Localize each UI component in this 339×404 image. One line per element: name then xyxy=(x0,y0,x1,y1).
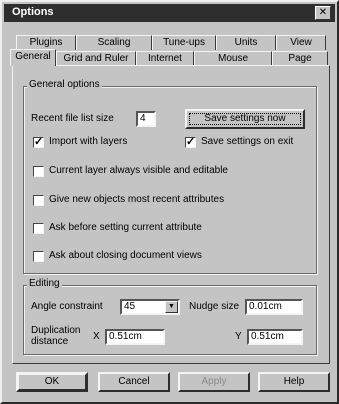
tab-page[interactable]: Page xyxy=(272,51,328,66)
nudge-size-label: Nudge size xyxy=(189,301,240,312)
editing-legend: Editing xyxy=(27,278,62,289)
x-label: X xyxy=(93,331,100,342)
tab-mouse[interactable]: Mouse xyxy=(194,51,272,66)
duplication-label: Duplication xyxy=(31,325,81,336)
tab-grid-and-ruler[interactable]: Grid and Ruler xyxy=(56,51,136,66)
save-settings-on-exit-label: Save settings on exit xyxy=(201,136,294,147)
current-layer-visible-checkbox[interactable] xyxy=(33,166,44,177)
tab-tune-ups[interactable]: Tune-ups xyxy=(152,35,216,50)
recent-file-list-label: Recent file list size xyxy=(31,113,114,124)
help-button[interactable]: Help xyxy=(258,372,330,392)
ask-closing-views-checkbox[interactable] xyxy=(33,251,44,262)
ok-button[interactable]: OK xyxy=(16,372,88,392)
tab-view[interactable]: View xyxy=(276,35,326,50)
current-layer-visible-label: Current layer always visible and editabl… xyxy=(49,165,228,176)
tab-internet[interactable]: Internet xyxy=(136,51,194,66)
most-recent-attributes-label: Give new objects most recent attributes xyxy=(49,194,225,205)
angle-constraint-dropdown[interactable]: 45 ▼ xyxy=(120,299,180,315)
title-bar[interactable]: Options ✕ xyxy=(4,4,335,22)
general-options-legend: General options xyxy=(27,79,102,90)
angle-constraint-value: 45 xyxy=(124,301,136,312)
distance-label: distance xyxy=(31,336,69,347)
tab-general[interactable]: General xyxy=(10,49,56,66)
close-icon[interactable]: ✕ xyxy=(315,6,331,20)
most-recent-attributes-checkbox[interactable] xyxy=(33,195,44,206)
apply-button[interactable]: Apply xyxy=(178,372,250,392)
duplication-y-input[interactable]: 0.51cm xyxy=(247,329,303,345)
angle-constraint-label: Angle constraint xyxy=(31,301,103,312)
duplication-x-input[interactable]: 0.51cm xyxy=(105,329,165,345)
save-settings-now-button[interactable]: Save settings now xyxy=(185,109,305,129)
ask-before-setting-attribute-checkbox[interactable] xyxy=(33,223,44,234)
import-with-layers-checkbox[interactable]: ✓ xyxy=(33,137,44,148)
nudge-size-input[interactable]: 0.01cm xyxy=(245,299,303,315)
window-title: Options xyxy=(12,6,54,18)
save-settings-on-exit-checkbox[interactable]: ✓ xyxy=(185,137,196,148)
cancel-button[interactable]: Cancel xyxy=(98,372,170,392)
ask-closing-views-label: Ask about closing document views xyxy=(49,250,202,261)
tab-units[interactable]: Units xyxy=(216,35,276,50)
recent-file-list-input[interactable]: 4 xyxy=(136,111,156,127)
y-label: Y xyxy=(235,331,242,342)
tab-scaling[interactable]: Scaling xyxy=(76,35,152,50)
tab-plugins[interactable]: Plugins xyxy=(16,35,76,50)
general-tab-panel: General options Recent file list size 4 … xyxy=(12,65,330,364)
import-with-layers-label: Import with layers xyxy=(49,136,128,147)
ask-before-setting-attribute-label: Ask before setting current attribute xyxy=(49,222,202,233)
chevron-down-icon[interactable]: ▼ xyxy=(165,301,178,313)
options-dialog: Options ✕ Plugins Scaling Tune-ups Units… xyxy=(0,0,339,404)
